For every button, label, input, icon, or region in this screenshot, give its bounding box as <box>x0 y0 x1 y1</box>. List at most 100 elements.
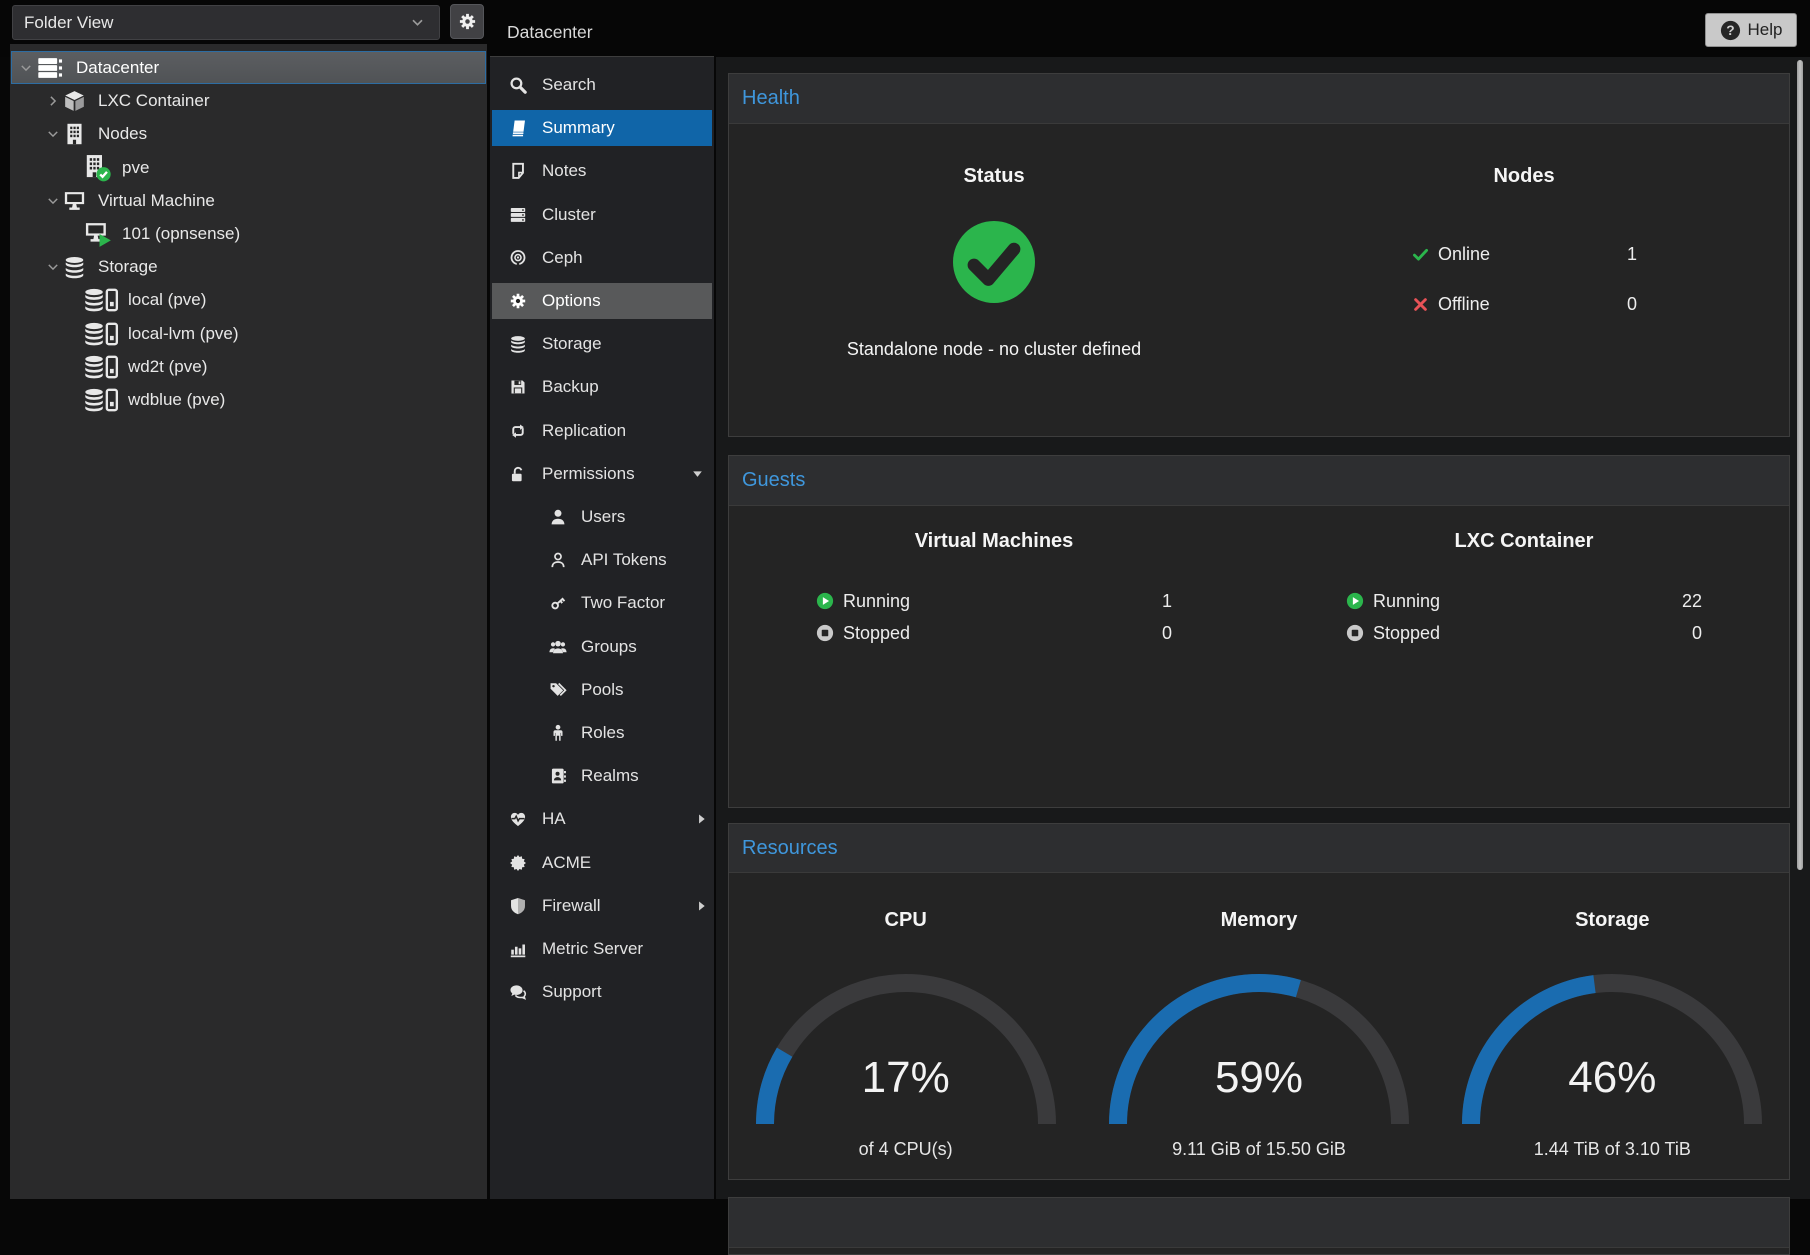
guests-column-heading: LXC Container <box>1259 530 1789 553</box>
guests-column-0: Virtual Machines Running1Stopped0 <box>729 506 1259 807</box>
status-heading: Status <box>729 165 1259 188</box>
gauge-subtext: 1.44 TiB of 3.10 TiB <box>1436 1139 1789 1160</box>
gauge-memory: Memory 59% 9.11 GiB of 15.50 GiB <box>1082 873 1435 1179</box>
comments-icon <box>509 983 527 1001</box>
menu-item-backup[interactable]: Backup <box>492 369 712 405</box>
book-icon <box>509 119 527 137</box>
cross-icon <box>1412 296 1429 313</box>
heartbeat-icon <box>509 810 527 828</box>
help-button[interactable]: ? Help <box>1705 13 1797 47</box>
gear-icon <box>509 292 527 310</box>
menu-item-cluster[interactable]: Cluster <box>492 197 712 233</box>
tree-item-pve[interactable]: pve <box>10 151 487 184</box>
guest-status-row: Running22 <box>1346 585 1702 617</box>
expand-expand-icon[interactable] <box>46 94 60 108</box>
health-status-column: Status Standalone node - no cluster defi… <box>729 124 1259 436</box>
tree-item-label: local (pve) <box>128 290 206 310</box>
resource-tree: Datacenter LXC Container NodespveVirtual M… <box>10 44 487 1199</box>
menu-item-label: Notes <box>542 161 586 181</box>
menu-item-two-factor[interactable]: Two Factor <box>492 585 712 621</box>
menu-item-support[interactable]: Support <box>492 974 712 1010</box>
ceph-icon <box>509 249 527 267</box>
tree-item-wdblue-pve-[interactable]: wdblue (pve) <box>10 383 487 416</box>
node-status-row: Offline0 <box>1412 279 1637 329</box>
caret-down-icon <box>690 467 705 482</box>
vertical-scrollbar-thumb[interactable] <box>1797 60 1803 870</box>
guests-column-1: LXC Container Running22Stopped0 <box>1259 506 1789 807</box>
tree-item-label: LXC Container <box>98 91 210 111</box>
menu-item-acme[interactable]: ACME <box>492 845 712 881</box>
menu-item-replication[interactable]: Replication <box>492 413 712 449</box>
menu-item-label: Metric Server <box>542 939 643 959</box>
tree-item-local-lvm-pve-[interactable]: local-lvm (pve) <box>10 317 487 350</box>
chevron-down-icon <box>46 127 60 141</box>
menu-item-search[interactable]: Search <box>492 67 712 103</box>
storage-disk-icon <box>84 387 120 412</box>
menu-item-firewall[interactable]: Firewall <box>492 888 712 924</box>
menu-item-label: Two Factor <box>581 593 665 613</box>
caret-right-icon <box>694 812 709 827</box>
menu-item-notes[interactable]: Notes <box>492 153 712 189</box>
expand-collapse-icon[interactable] <box>46 127 60 141</box>
tags-icon <box>549 681 567 699</box>
tree-item-label: wd2t (pve) <box>128 357 207 377</box>
menu-item-metric-server[interactable]: Metric Server <box>492 931 712 967</box>
guest-status-row: Stopped0 <box>1346 617 1702 649</box>
guests-column-heading: Virtual Machines <box>729 530 1259 553</box>
menu-item-groups[interactable]: Groups <box>492 629 712 665</box>
menu-item-api-tokens[interactable]: API Tokens <box>492 542 712 578</box>
tree-item-datacenter[interactable]: Datacenter <box>11 51 486 84</box>
tree-view-select[interactable]: Folder View <box>12 5 440 40</box>
menu-item-label: HA <box>542 809 566 829</box>
menu-item-pools[interactable]: Pools <box>492 672 712 708</box>
tree-item-storage[interactable]: Storage <box>10 250 487 283</box>
tree-item-lxc-container[interactable]: LXC Container <box>10 84 487 117</box>
bar-chart-icon <box>509 940 527 958</box>
guest-status-row: Running1 <box>816 585 1172 617</box>
gauge-heading: Memory <box>1082 909 1435 932</box>
expand-collapse-icon[interactable] <box>19 61 33 75</box>
menu-item-storage[interactable]: Storage <box>492 326 712 362</box>
menu-item-ceph[interactable]: Ceph <box>492 240 712 276</box>
question-circle-icon: ? <box>1720 20 1741 41</box>
expand-collapse-icon[interactable] <box>46 260 60 274</box>
menu-item-label: Support <box>542 982 602 1002</box>
menu-item-realms[interactable]: Realms <box>492 758 712 794</box>
status-message: Standalone node - no cluster defined <box>729 339 1259 360</box>
tree-item-101-opnsense-[interactable]: 101 (opnsense) <box>10 217 487 250</box>
shield-icon <box>509 897 527 915</box>
desktop-icon <box>63 189 86 212</box>
expand-collapse-icon[interactable] <box>46 194 60 208</box>
resources-panel-header: Resources <box>729 824 1789 873</box>
cube-icon <box>63 89 86 112</box>
resources-panel: Resources CPU 17% of 4 CPU(s) Memory 59%… <box>728 823 1790 1180</box>
menu-item-label: Storage <box>542 334 602 354</box>
menu-item-label: Firewall <box>542 896 601 916</box>
tree-item-label: wdblue (pve) <box>128 390 225 410</box>
help-button-label: Help <box>1748 20 1783 40</box>
tree-item-wd2t-pve-[interactable]: wd2t (pve) <box>10 350 487 383</box>
menu-item-permissions[interactable]: Permissions <box>492 456 712 492</box>
menu-item-summary[interactable]: Summary <box>492 110 712 146</box>
gauge-heading: CPU <box>729 909 1082 932</box>
tree-item-virtual-machine[interactable]: Virtual Machine <box>10 184 487 217</box>
selected-node-title: Datacenter <box>507 22 593 43</box>
chevron-down-icon <box>46 194 60 208</box>
person-icon <box>549 724 567 742</box>
menu-item-users[interactable]: Users <box>492 499 712 535</box>
menu-item-ha[interactable]: HA <box>492 801 712 837</box>
server-icon <box>37 55 63 81</box>
tree-item-local-pve-[interactable]: local (pve) <box>10 283 487 316</box>
gauge-heading: Storage <box>1436 909 1789 932</box>
menu-item-roles[interactable]: Roles <box>492 715 712 751</box>
menu-item-options[interactable]: Options <box>492 283 712 319</box>
section-menu: Search Summary Notes Cluster Ceph Options Stor… <box>490 57 714 1199</box>
seal-icon <box>509 854 527 872</box>
tree-settings-button[interactable] <box>450 4 484 39</box>
user-icon <box>549 508 567 526</box>
stop-circle-icon <box>816 624 834 642</box>
gear-icon <box>458 12 477 31</box>
chevron-down-icon <box>19 61 33 75</box>
address-book-icon <box>549 767 567 785</box>
tree-item-nodes[interactable]: Nodes <box>10 117 487 150</box>
